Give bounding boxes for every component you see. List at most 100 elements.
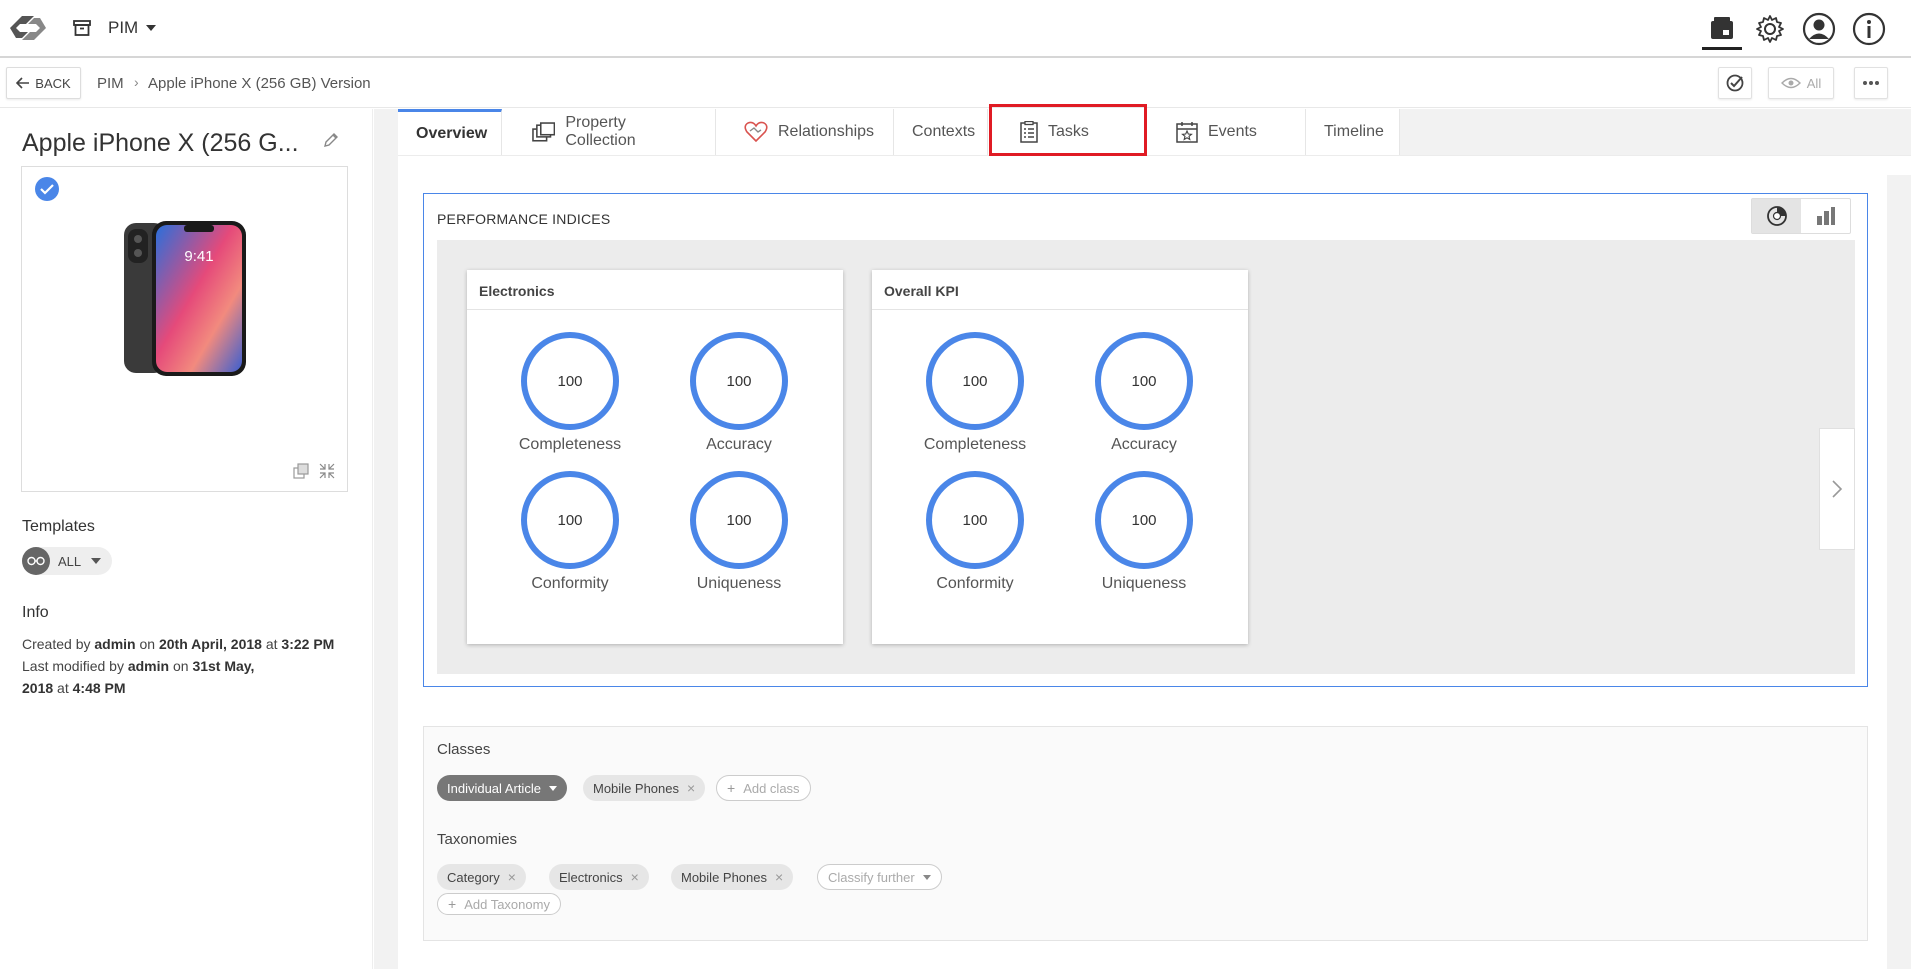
created-info: Created by admin on 20th April, 2018 at … (22, 636, 335, 652)
pie-chart-icon (1766, 206, 1787, 226)
info-button[interactable] (1849, 8, 1889, 50)
gear-icon (1756, 15, 1784, 43)
breadcrumb-item-pim[interactable]: PIM (97, 75, 124, 92)
kpi-ring: 100 (521, 471, 619, 569)
taxonomy-chip[interactable]: Electronics × (549, 864, 649, 890)
taxonomy-chip[interactable]: Category × (437, 864, 526, 890)
kpi-ring: 100 (690, 332, 788, 430)
product-title: Apple iPhone X (256 G... (22, 129, 299, 157)
settings-button[interactable] (1750, 8, 1790, 50)
templates-selected: ALL (58, 553, 82, 569)
collapse-icon[interactable] (319, 463, 335, 479)
plus-icon: + (448, 896, 457, 912)
kpi-label: Completeness (923, 436, 1027, 453)
plus-icon: + (727, 780, 736, 796)
kpi-metric: 100 Completeness (500, 332, 640, 454)
templates-dropdown[interactable]: ALL (22, 547, 112, 575)
classification-panel: Classes Individual Article Mobile Phones… (423, 726, 1868, 941)
close-icon[interactable]: × (687, 780, 695, 796)
classes-label: Classes (437, 741, 491, 758)
kpi-metric: 100 Accuracy (1074, 332, 1214, 454)
breadcrumb-separator-icon: › (134, 74, 139, 90)
module-switcher-label[interactable]: PIM (108, 18, 138, 38)
pie-view-button[interactable] (1752, 199, 1801, 233)
glasses-icon (27, 556, 45, 566)
tab-overview[interactable]: Overview (398, 109, 502, 155)
breadcrumb-item-current: Apple iPhone X (256 GB) Version (148, 75, 371, 92)
eye-icon (1780, 77, 1801, 89)
user-circle-icon (1802, 12, 1836, 46)
view-filter-label: All (1806, 75, 1822, 91)
tab-property-collection[interactable]: Property Collection (502, 109, 716, 155)
modified-info-cont: 2018 at 4:48 PM (22, 680, 126, 696)
handshake-heart-icon (744, 121, 768, 143)
tab-content-strip (398, 155, 1911, 175)
view-toggle (1751, 198, 1851, 234)
product-box-icon (1711, 16, 1733, 39)
bar-view-button[interactable] (1801, 199, 1850, 233)
kpi-metric: 100 Accuracy (669, 332, 809, 454)
selected-check-icon[interactable] (35, 177, 59, 201)
image-gallery-icon[interactable] (293, 463, 309, 479)
tab-contexts[interactable]: Contexts (894, 109, 988, 155)
close-icon[interactable]: × (631, 869, 639, 885)
archive-icon (73, 20, 91, 36)
kpi-metric: 100 Completeness (905, 332, 1045, 454)
info-icon (1852, 12, 1886, 46)
taxonomy-chip[interactable]: Mobile Phones × (671, 864, 794, 890)
top-bar: PIM (0, 0, 1911, 58)
app-logo-icon[interactable] (4, 8, 52, 48)
classify-further-dropdown[interactable]: Classify further (817, 864, 942, 890)
kpi-ring: 100 (690, 471, 788, 569)
kpi-metric: 100 Uniqueness (1074, 471, 1214, 593)
property-collection-icon (532, 122, 556, 142)
product-nav-button[interactable] (1702, 8, 1742, 50)
taxonomies-label: Taxonomies (437, 831, 518, 848)
more-options-button[interactable] (1854, 67, 1888, 99)
task-list-icon (1020, 121, 1038, 143)
next-page-button[interactable] (1819, 428, 1855, 550)
info-label: Info (22, 604, 49, 621)
tab-timeline[interactable]: Timeline (1306, 109, 1400, 155)
svg-text:9:41: 9:41 (184, 248, 213, 265)
tab-tasks[interactable]: Tasks (988, 109, 1146, 155)
performance-indices-panel: PERFORMANCE INDICES Electronics 100 Comp… (423, 193, 1868, 687)
view-filter-button[interactable]: All (1768, 67, 1834, 99)
kpi-ring: 100 (521, 332, 619, 430)
tab-events[interactable]: Events (1146, 109, 1306, 155)
add-class-button[interactable]: + Add class (716, 775, 811, 801)
kpi-metric: 100 Conformity (905, 471, 1045, 593)
check-circle-icon (1726, 74, 1744, 92)
product-image-frame[interactable]: 9:41 (21, 166, 348, 492)
chevron-down-icon (91, 558, 102, 564)
pencil-icon[interactable] (322, 131, 340, 149)
class-chip[interactable]: Mobile Phones × (583, 775, 706, 801)
product-phone-image: 9:41 (124, 221, 246, 376)
class-chip-primary[interactable]: Individual Article (437, 775, 567, 801)
kpi-ring: 100 (926, 332, 1024, 430)
kpi-metric: 100 Conformity (500, 471, 640, 593)
arrow-left-icon (16, 77, 30, 89)
user-profile-button[interactable] (1799, 8, 1839, 50)
chevron-right-icon (1832, 480, 1843, 498)
chevron-down-icon[interactable] (146, 25, 156, 31)
close-icon[interactable]: × (775, 869, 783, 885)
breadcrumb-bar: BACK PIM › Apple iPhone X (256 GB) Versi… (0, 60, 1911, 108)
close-icon[interactable]: × (508, 869, 516, 885)
back-label: BACK (35, 75, 71, 91)
kpi-label: Completeness (518, 436, 622, 453)
back-button[interactable]: BACK (6, 67, 81, 99)
kpi-card-title: Overall KPI (872, 270, 1248, 310)
calendar-star-icon (1176, 122, 1198, 143)
tab-relationships[interactable]: Relationships (716, 109, 894, 155)
chevron-down-icon (922, 874, 931, 880)
quality-check-button[interactable] (1718, 67, 1752, 99)
templates-label: Templates (22, 518, 95, 535)
add-taxonomy-button[interactable]: + Add Taxonomy (437, 893, 561, 915)
kpi-card-overall: Overall KPI 100 Completeness 100 Accurac… (872, 270, 1248, 644)
kpi-label: Accuracy (1111, 436, 1177, 453)
tab-bar: Overview Property Collection Relationshi… (398, 109, 1400, 155)
kpi-ring: 100 (1095, 471, 1193, 569)
kpi-card-title: Electronics (467, 270, 843, 310)
bar-chart-icon (1816, 207, 1835, 225)
